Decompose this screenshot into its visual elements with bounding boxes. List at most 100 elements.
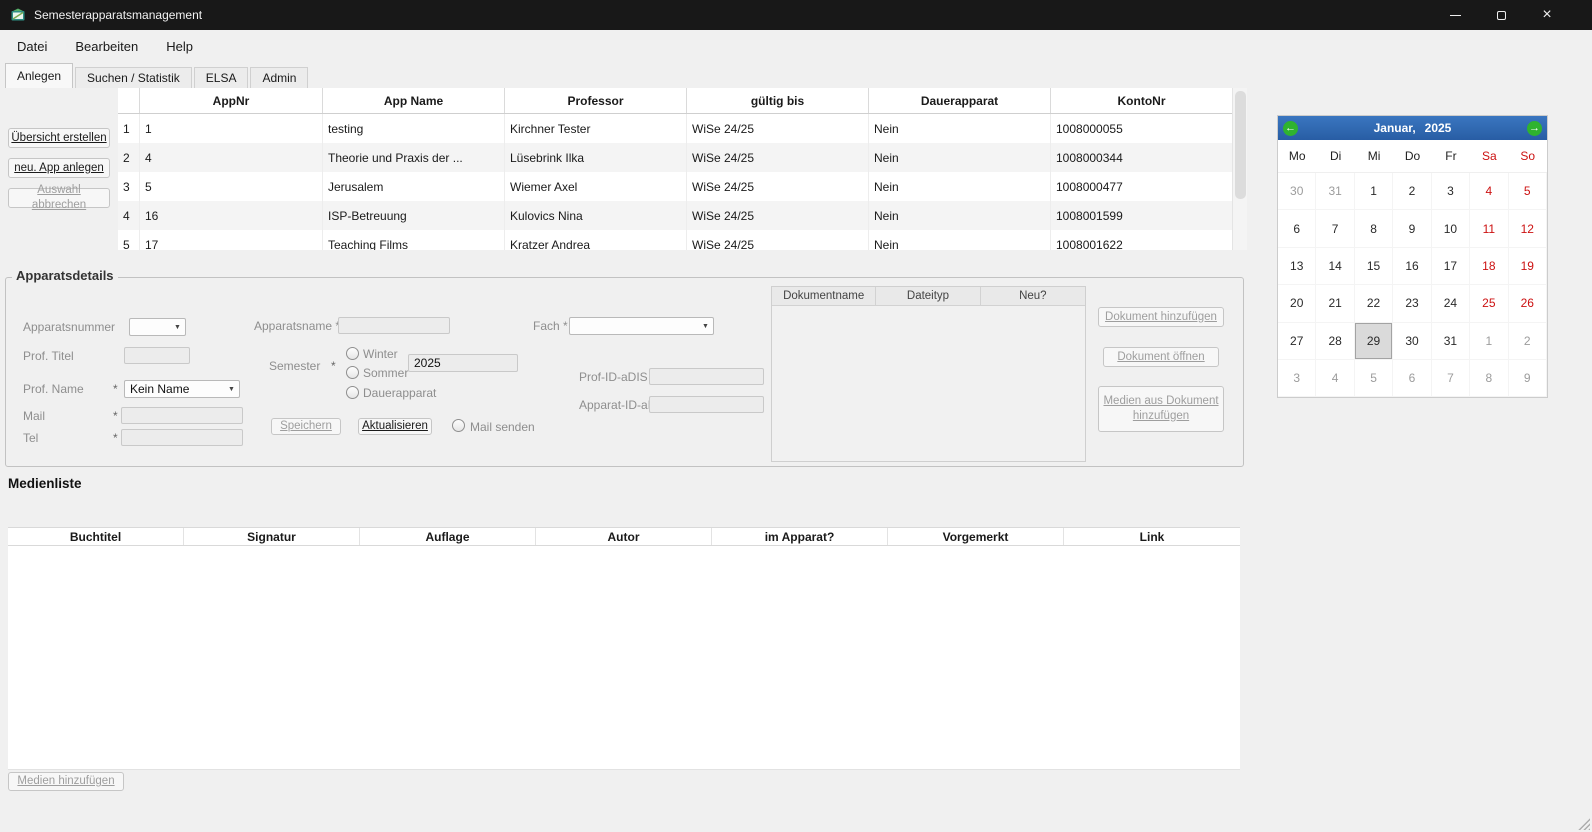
menu-datei[interactable]: Datei	[3, 32, 61, 61]
sommer-radio[interactable]	[346, 366, 359, 379]
calendar-title[interactable]: Januar, 2025	[1298, 121, 1527, 135]
column-header-appname[interactable]: App Name	[323, 88, 505, 113]
calendar-day[interactable]: 14	[1316, 248, 1354, 285]
semester-year-field[interactable]: 2025	[408, 354, 518, 372]
apparat-id-adis-field[interactable]	[649, 396, 764, 413]
close-button[interactable]: ×	[1524, 0, 1570, 30]
dokument-oeffnen-button[interactable]: Dokument öffnen	[1103, 347, 1219, 367]
menu-help[interactable]: Help	[152, 32, 207, 61]
column-header-neu[interactable]: Neu?	[981, 287, 1085, 305]
tab-suchen-statistik[interactable]: Suchen / Statistik	[75, 67, 192, 88]
column-header-signatur[interactable]: Signatur	[184, 528, 360, 545]
column-header-buchtitel[interactable]: Buchtitel	[8, 528, 184, 545]
calendar-day[interactable]: 22	[1355, 285, 1393, 322]
column-header-gueltig-bis[interactable]: gültig bis	[687, 88, 869, 113]
uebersicht-erstellen-button[interactable]: Übersicht erstellen	[8, 128, 110, 148]
fach-select[interactable]: ▼	[569, 317, 714, 335]
apps-table-scrollbar[interactable]	[1232, 88, 1247, 250]
calendar-day[interactable]: 12	[1509, 210, 1547, 247]
calendar-day[interactable]: 4	[1470, 173, 1508, 210]
calendar-day[interactable]: 6	[1393, 360, 1431, 397]
calendar-day[interactable]: 6	[1278, 210, 1316, 247]
calendar-day[interactable]: 26	[1509, 285, 1547, 322]
maximize-button[interactable]	[1478, 0, 1524, 30]
calendar-day[interactable]: 2	[1393, 173, 1431, 210]
tel-field[interactable]	[121, 429, 243, 446]
calendar-day[interactable]: 23	[1393, 285, 1431, 322]
table-row[interactable]: 4 16 ISP-Betreuung Kulovics Nina WiSe 24…	[118, 201, 1232, 230]
calendar-day[interactable]: 2	[1509, 323, 1547, 360]
table-row[interactable]: 2 4 Theorie und Praxis der ... Lüsebrink…	[118, 143, 1232, 172]
calendar-day[interactable]: 31	[1316, 173, 1354, 210]
calendar-day[interactable]: 16	[1393, 248, 1431, 285]
prof-titel-field[interactable]	[124, 347, 190, 364]
calendar-day[interactable]: 10	[1432, 210, 1470, 247]
column-header-vorgemerkt[interactable]: Vorgemerkt	[888, 528, 1064, 545]
calendar-day[interactable]: 4	[1316, 360, 1354, 397]
column-header-dateityp[interactable]: Dateityp	[876, 287, 980, 305]
aktualisieren-button[interactable]: Aktualisieren	[358, 418, 432, 435]
table-row[interactable]: 1 1 testing Kirchner Tester WiSe 24/25 N…	[118, 114, 1232, 143]
calendar-day[interactable]: 8	[1355, 210, 1393, 247]
scrollbar-thumb[interactable]	[1235, 91, 1246, 199]
medien-hinzufuegen-button[interactable]: Medien hinzufügen	[8, 772, 124, 791]
column-header-appnr[interactable]: AppNr	[140, 88, 323, 113]
calendar-day[interactable]: 27	[1278, 323, 1316, 360]
column-header-kontonr[interactable]: KontoNr	[1051, 88, 1232, 113]
column-header-dauerapparat[interactable]: Dauerapparat	[869, 88, 1051, 113]
speichern-button[interactable]: Speichern	[271, 418, 341, 435]
table-row[interactable]: 5 17 Teaching Films Kratzer Andrea WiSe …	[118, 230, 1232, 250]
dokument-hinzufuegen-button[interactable]: Dokument hinzufügen	[1098, 307, 1224, 327]
tab-elsa[interactable]: ELSA	[194, 67, 249, 88]
apparatsname-field[interactable]	[338, 317, 450, 334]
calendar-day[interactable]: 8	[1470, 360, 1508, 397]
calendar-day[interactable]: 28	[1316, 323, 1354, 360]
calendar-day[interactable]: 11	[1470, 210, 1508, 247]
mail-field[interactable]	[121, 407, 243, 424]
column-header-professor[interactable]: Professor	[505, 88, 687, 113]
calendar-day[interactable]: 30	[1278, 173, 1316, 210]
calendar-prev-icon[interactable]: ←	[1283, 121, 1298, 136]
calendar-day[interactable]: 20	[1278, 285, 1316, 322]
table-row[interactable]: 3 5 Jerusalem Wiemer Axel WiSe 24/25 Nei…	[118, 172, 1232, 201]
dauerapparat-radio[interactable]	[346, 386, 359, 399]
auswahl-abbrechen-button[interactable]: Auswahl abbrechen	[8, 188, 110, 208]
medien-aus-dokument-button[interactable]: Medien aus Dokument hinzufügen	[1098, 386, 1224, 432]
calendar-day[interactable]: 1	[1355, 173, 1393, 210]
neue-app-anlegen-button[interactable]: neu. App anlegen	[8, 158, 110, 178]
prof-id-adis-field[interactable]	[649, 368, 764, 385]
menu-bearbeiten[interactable]: Bearbeiten	[61, 32, 152, 61]
resize-grip[interactable]	[1578, 818, 1590, 830]
tab-anlegen[interactable]: Anlegen	[5, 63, 73, 88]
column-header-autor[interactable]: Autor	[536, 528, 712, 545]
calendar-day[interactable]: 3	[1432, 173, 1470, 210]
calendar-day[interactable]: 29	[1355, 323, 1393, 360]
calendar-day[interactable]: 3	[1278, 360, 1316, 397]
calendar-day[interactable]: 31	[1432, 323, 1470, 360]
calendar-day[interactable]: 18	[1470, 248, 1508, 285]
calendar-day[interactable]: 19	[1509, 248, 1547, 285]
calendar-day[interactable]: 13	[1278, 248, 1316, 285]
calendar-day[interactable]: 1	[1470, 323, 1508, 360]
calendar-day[interactable]: 9	[1509, 360, 1547, 397]
winter-radio[interactable]	[346, 347, 359, 360]
calendar-day[interactable]: 7	[1316, 210, 1354, 247]
calendar-day[interactable]: 5	[1355, 360, 1393, 397]
apparatsnummer-select[interactable]: ▼	[129, 318, 186, 336]
column-header-auflage[interactable]: Auflage	[360, 528, 536, 545]
calendar-day[interactable]: 17	[1432, 248, 1470, 285]
prof-name-select[interactable]: Kein Name ▼	[124, 380, 240, 398]
calendar-day[interactable]: 5	[1509, 173, 1547, 210]
column-header-link[interactable]: Link	[1064, 528, 1240, 545]
mail-senden-checkbox[interactable]	[452, 419, 465, 432]
calendar-day[interactable]: 30	[1393, 323, 1431, 360]
calendar-day[interactable]: 15	[1355, 248, 1393, 285]
minimize-button[interactable]	[1432, 0, 1478, 30]
tab-admin[interactable]: Admin	[250, 67, 308, 88]
calendar-day[interactable]: 9	[1393, 210, 1431, 247]
column-header-dokumentname[interactable]: Dokumentname	[772, 287, 876, 305]
column-header-im-apparat[interactable]: im Apparat?	[712, 528, 888, 545]
calendar-next-icon[interactable]: →	[1527, 121, 1542, 136]
calendar-day[interactable]: 25	[1470, 285, 1508, 322]
calendar-day[interactable]: 21	[1316, 285, 1354, 322]
